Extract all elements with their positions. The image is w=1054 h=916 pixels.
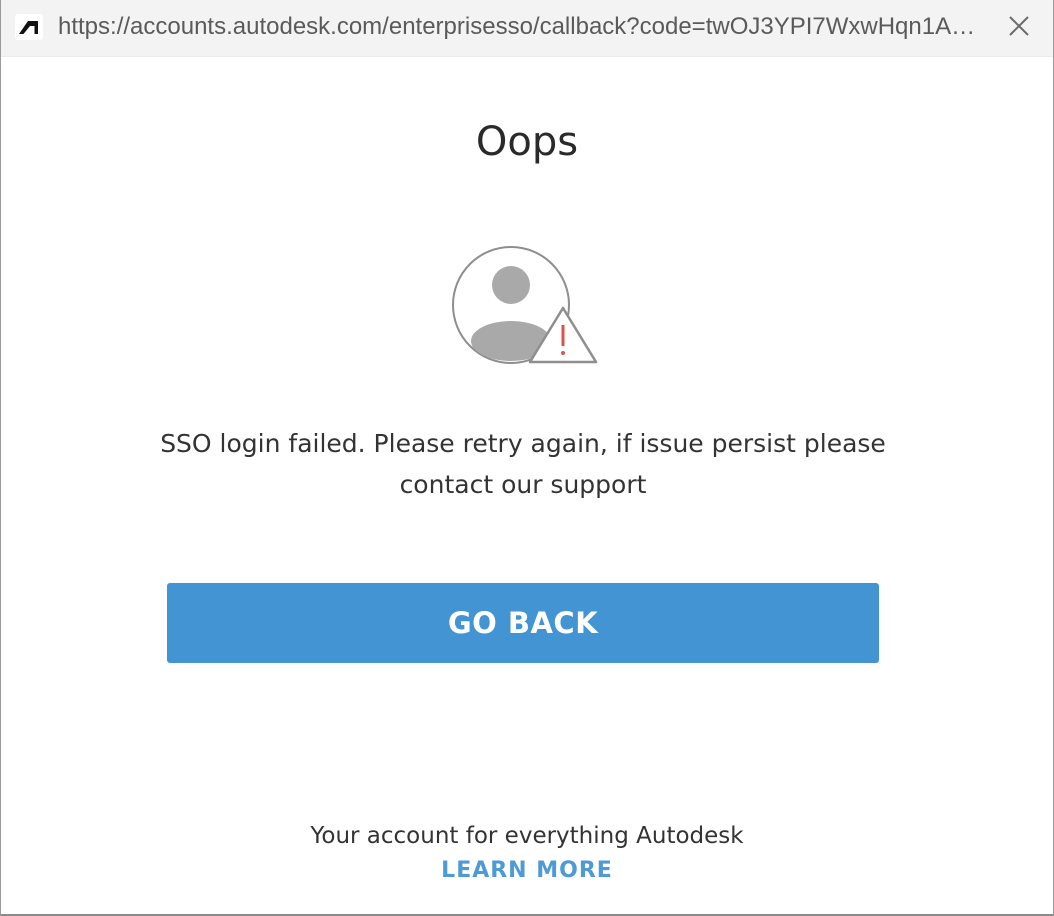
url-text: https://accounts.autodesk.com/enterprise… [58,13,988,40]
user-warning-icon [449,245,599,370]
content-area: Oops SSO login failed. Please retry agai… [1,57,1053,914]
footer-tagline: Your account for everything Autodesk [310,823,744,849]
autodesk-logo-icon [15,14,43,40]
error-message: SSO login failed. Please retry again, if… [160,429,886,499]
close-icon [1009,16,1029,36]
page-title: Oops [475,119,579,165]
title-bar: https://accounts.autodesk.com/enterprise… [1,0,1053,57]
sso-popup-window: https://accounts.autodesk.com/enterprise… [0,0,1054,916]
go-back-button[interactable]: GO BACK [167,583,879,663]
close-button[interactable] [1003,10,1035,42]
learn-more-container: LEARN MORE [1,856,1053,886]
learn-more-link[interactable]: LEARN MORE [441,858,613,883]
